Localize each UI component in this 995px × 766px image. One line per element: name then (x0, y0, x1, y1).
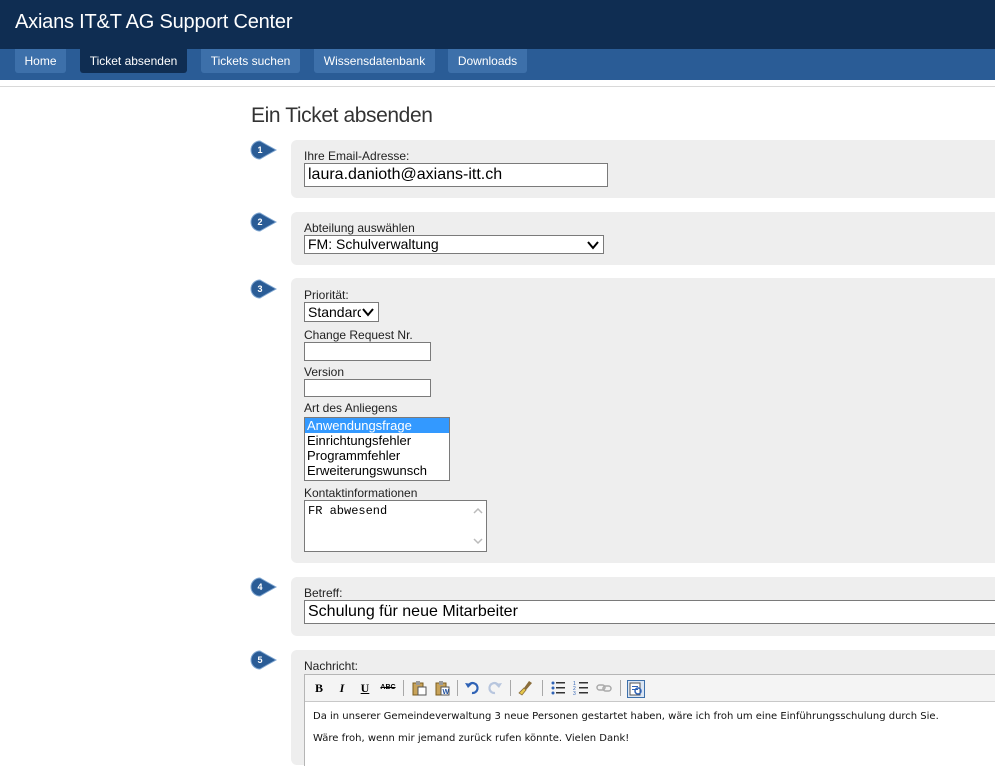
toolbar-separator (620, 680, 621, 696)
step-badge-2: 2 (250, 212, 277, 232)
paste-icon (412, 681, 427, 696)
header-divider (0, 86, 995, 87)
italic-button[interactable]: I (334, 680, 350, 696)
step-badge-5: 5 (250, 650, 277, 670)
bullet-list-button[interactable] (550, 680, 566, 696)
svg-text:3: 3 (573, 691, 576, 696)
priority-select[interactable]: Standard (304, 302, 379, 322)
email-label: Ihre Email-Adresse: (304, 149, 410, 163)
request-type-listbox[interactable]: Anwendungsfrage Einrichtungsfehler Progr… (304, 417, 450, 481)
subject-field[interactable]: Schulung für neue Mitarbeiter (304, 600, 995, 624)
svg-text:W: W (443, 689, 450, 696)
redo-button[interactable] (487, 680, 503, 696)
bold-button[interactable]: B (311, 680, 327, 696)
toolbar-separator (457, 680, 458, 696)
source-icon (629, 682, 642, 696)
paste-word-icon: W (435, 681, 450, 696)
request-type-option[interactable]: Erweiterungswunsch (305, 463, 449, 478)
link-icon (596, 684, 612, 692)
chevron-down-icon (361, 305, 375, 319)
tab-tickets-suchen[interactable]: Tickets suchen (201, 49, 300, 73)
tab-wissensdatenbank[interactable]: Wissensdatenbank (314, 49, 435, 73)
department-label: Abteilung auswählen (304, 221, 415, 235)
step-number: 4 (257, 582, 263, 592)
priority-label: Priorität: (304, 288, 349, 302)
message-editor[interactable]: B I U ABC W 123 Da in unserer Gemeindeve… (304, 674, 995, 766)
subject-label: Betreff: (304, 586, 343, 600)
tab-downloads[interactable]: Downloads (448, 49, 527, 73)
strikethrough-button[interactable]: ABC (379, 680, 397, 696)
message-line-2: Wäre froh, wenn mir jemand zurück rufen … (313, 733, 630, 744)
change-request-field[interactable] (304, 342, 431, 361)
request-type-option[interactable]: Anwendungsfrage (305, 418, 449, 433)
step-number: 1 (257, 145, 263, 155)
clean-format-icon (518, 681, 532, 696)
toolbar-separator (542, 680, 543, 696)
step-badge-3: 3 (250, 279, 277, 299)
editor-toolbar: B I U ABC W 123 (305, 675, 995, 702)
contact-label: Kontaktinformationen (304, 486, 418, 500)
site-header: Axians IT&T AG Support Center (0, 0, 995, 49)
page-title: Ein Ticket absenden (251, 104, 433, 127)
department-selected-value: FM: Schulverwaltung (308, 236, 439, 252)
toolbar-separator (403, 680, 404, 696)
step-number: 2 (257, 217, 263, 227)
redo-icon (488, 681, 502, 695)
contact-text: FR abwesend (308, 504, 388, 518)
main-nav: Home Ticket absenden Tickets suchen Wiss… (0, 49, 995, 80)
department-select[interactable]: FM: Schulverwaltung (304, 235, 604, 254)
message-line-1: Da in unserer Gemeindeverwaltung 3 neue … (313, 711, 939, 722)
message-label: Nachricht: (304, 659, 359, 673)
priority-selected-value: Standard (308, 304, 365, 320)
undo-icon (465, 681, 479, 695)
paste-word-button[interactable]: W (434, 680, 450, 696)
numbered-list-icon: 123 (573, 681, 588, 697)
clean-format-button[interactable] (518, 680, 534, 696)
site-title: Axians IT&T AG Support Center (15, 11, 293, 33)
link-button[interactable] (596, 680, 612, 696)
request-type-option[interactable]: Einrichtungsfehler (305, 433, 449, 448)
underline-button[interactable]: U (357, 680, 373, 696)
chevron-down-icon (587, 241, 599, 250)
change-request-label: Change Request Nr. (304, 328, 413, 342)
step-number: 5 (257, 655, 263, 665)
textarea-scrollbar[interactable] (472, 505, 484, 547)
contact-textarea[interactable]: FR abwesend (304, 500, 487, 552)
numbered-list-button[interactable]: 123 (573, 680, 589, 697)
tab-ticket-absenden[interactable]: Ticket absenden (80, 49, 187, 73)
email-field[interactable]: laura.danioth@axians-itt.ch (304, 163, 608, 187)
step-badge-4: 4 (250, 577, 277, 597)
step-badge-1: 1 (250, 140, 277, 160)
source-button[interactable] (627, 680, 645, 698)
version-field[interactable] (304, 379, 431, 397)
tab-home[interactable]: Home (15, 49, 66, 73)
bullet-list-icon (551, 681, 565, 695)
undo-button[interactable] (464, 680, 480, 696)
toolbar-separator (510, 680, 511, 696)
request-type-label: Art des Anliegens (304, 401, 398, 415)
step-number: 3 (257, 284, 263, 294)
paste-button[interactable] (411, 680, 427, 696)
request-type-option[interactable]: Programmfehler (305, 448, 449, 463)
version-label: Version (304, 365, 345, 379)
